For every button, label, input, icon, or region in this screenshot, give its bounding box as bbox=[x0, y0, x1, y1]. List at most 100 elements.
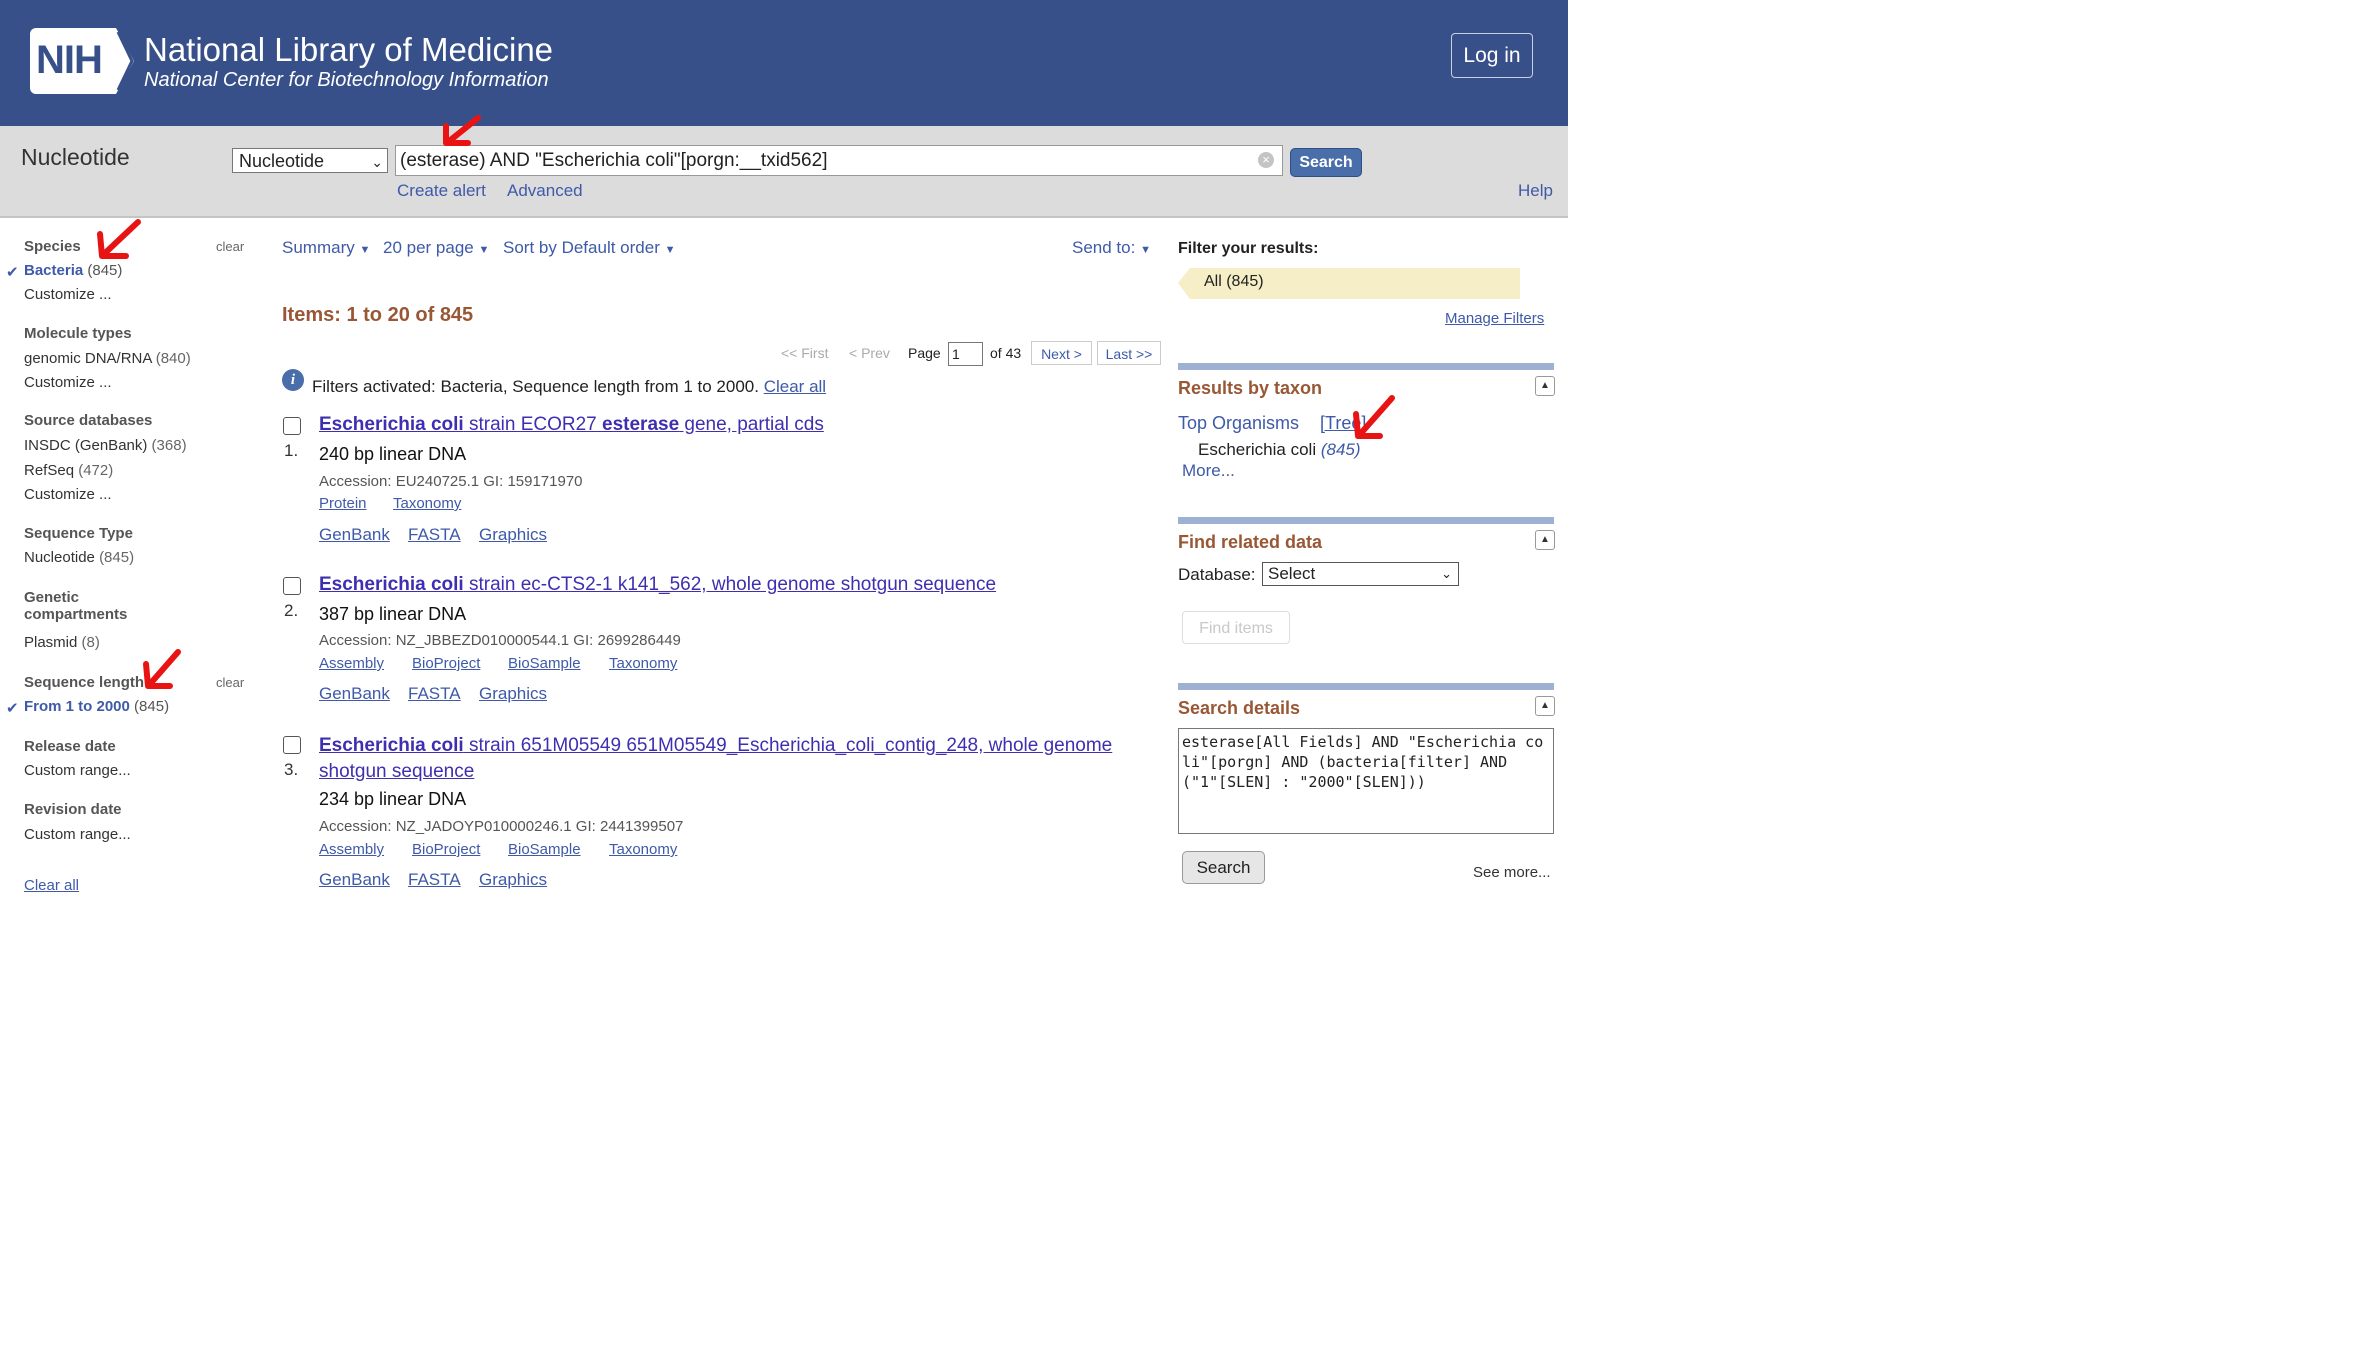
pager-total: of 43 bbox=[990, 345, 1022, 361]
annotation-arrow-icon bbox=[143, 649, 181, 689]
related-database-select[interactable]: Select ⌄ bbox=[1262, 562, 1459, 586]
search-details-textarea[interactable]: esterase[All Fields] AND "Escherichia co… bbox=[1178, 728, 1554, 834]
chevron-down-icon: ⌄ bbox=[371, 154, 383, 170]
see-more-link[interactable]: See more... bbox=[1473, 864, 1551, 881]
result-accession: Accession: NZ_JADOYP010000246.1 GI: 2441… bbox=[319, 818, 684, 835]
org-subtitle: National Center for Biotechnology Inform… bbox=[144, 69, 549, 91]
filter-revision-custom[interactable]: Custom range... bbox=[24, 826, 131, 843]
database-label: Database: bbox=[1178, 565, 1256, 584]
filter-seqtype-heading: Sequence Type bbox=[24, 525, 133, 542]
biosample-link[interactable]: BioSample bbox=[508, 841, 581, 858]
all-filter-label: All (845) bbox=[1204, 273, 1264, 290]
graphics-link[interactable]: Graphics bbox=[479, 525, 547, 545]
genbank-link[interactable]: GenBank bbox=[319, 870, 390, 890]
caret-down-icon: ▼ bbox=[478, 244, 490, 256]
result-description: 387 bp linear DNA bbox=[319, 604, 467, 624]
filter-revision-heading: Revision date bbox=[24, 801, 122, 818]
taxonomy-link[interactable]: Taxonomy bbox=[609, 841, 677, 858]
fasta-link[interactable]: FASTA bbox=[408, 684, 461, 704]
database-select[interactable]: Nucleotide ⌄ bbox=[232, 148, 388, 173]
graphics-link[interactable]: Graphics bbox=[479, 870, 547, 890]
clear-all-filters-link[interactable]: Clear all bbox=[764, 377, 826, 396]
database-title[interactable]: Nucleotide bbox=[21, 144, 130, 171]
sort-dropdown[interactable]: Sort by Default order ▼ bbox=[503, 238, 675, 258]
assembly-link[interactable]: Assembly bbox=[319, 841, 384, 858]
result-number: 3. bbox=[284, 760, 299, 779]
help-link[interactable]: Help bbox=[1518, 181, 1553, 201]
filter-molecule-genomic[interactable]: genomic DNA/RNA (840) bbox=[24, 350, 191, 367]
filter-release-custom[interactable]: Custom range... bbox=[24, 762, 131, 779]
filters-clear-all-link[interactable]: Clear all bbox=[24, 877, 79, 894]
result-title-link[interactable]: Escherichia coli strain ec-CTS2-1 k141_5… bbox=[319, 574, 996, 596]
filter-release-heading: Release date bbox=[24, 738, 116, 755]
filter-genetic-plasmid[interactable]: Plasmid (8) bbox=[24, 634, 100, 651]
collapse-toggle-icon[interactable]: ▲ bbox=[1535, 530, 1555, 550]
result-checkbox[interactable] bbox=[283, 417, 301, 435]
result-title-link[interactable]: Escherichia coli strain ECOR27 esterase … bbox=[319, 414, 824, 436]
fasta-link[interactable]: FASTA bbox=[408, 870, 461, 890]
graphics-link[interactable]: Graphics bbox=[479, 684, 547, 704]
filter-seqlen-selected[interactable]: From 1 to 2000 (845) bbox=[24, 698, 169, 715]
filter-species-clear[interactable]: clear bbox=[216, 239, 244, 254]
genbank-link[interactable]: GenBank bbox=[319, 525, 390, 545]
caret-down-icon: ▼ bbox=[359, 244, 371, 256]
taxonomy-link[interactable]: Taxonomy bbox=[609, 655, 677, 672]
pager-last-button[interactable]: Last >> bbox=[1097, 341, 1161, 365]
nih-logo-chevron-icon bbox=[104, 28, 134, 94]
filter-genetic-heading: Genetic compartments bbox=[24, 589, 128, 623]
result-description: 240 bp linear DNA bbox=[319, 444, 467, 464]
per-page-dropdown[interactable]: 20 per page ▼ bbox=[383, 238, 489, 258]
summary-dropdown[interactable]: Summary ▼ bbox=[282, 238, 370, 258]
filter-molecule-customize[interactable]: Customize ... bbox=[24, 374, 112, 391]
find-items-button[interactable]: Find items bbox=[1182, 611, 1290, 644]
biosample-link[interactable]: BioSample bbox=[508, 655, 581, 672]
organism-item[interactable]: Escherichia coli (845) bbox=[1198, 440, 1361, 460]
top-organisms-tab[interactable]: Top Organisms bbox=[1178, 413, 1299, 434]
result-accession: Accession: EU240725.1 GI: 159171970 bbox=[319, 473, 583, 490]
genbank-link[interactable]: GenBank bbox=[319, 684, 390, 704]
manage-filters-link[interactable]: Manage Filters bbox=[1445, 310, 1544, 327]
clear-icon[interactable]: × bbox=[1258, 152, 1274, 168]
more-organisms-link[interactable]: More... bbox=[1182, 461, 1235, 481]
advanced-search-link[interactable]: Advanced bbox=[507, 181, 583, 201]
collapse-toggle-icon[interactable]: ▲ bbox=[1535, 376, 1555, 396]
assembly-link[interactable]: Assembly bbox=[319, 655, 384, 672]
filter-source-customize[interactable]: Customize ... bbox=[24, 486, 112, 503]
filter-seqlen-clear[interactable]: clear bbox=[216, 675, 244, 690]
collapse-toggle-icon[interactable]: ▲ bbox=[1535, 696, 1555, 716]
fasta-link[interactable]: FASTA bbox=[408, 525, 461, 545]
result-checkbox[interactable] bbox=[283, 736, 301, 754]
page-number-input[interactable]: 1 bbox=[948, 342, 983, 366]
pager-next-button[interactable]: Next > bbox=[1031, 341, 1092, 365]
annotation-arrow-icon bbox=[1353, 395, 1395, 439]
section-divider bbox=[1178, 517, 1554, 524]
filter-species-bacteria[interactable]: Bacteria (845) bbox=[24, 262, 122, 279]
result-number: 1. bbox=[284, 441, 299, 460]
filter-source-insdc[interactable]: INSDC (GenBank) (368) bbox=[24, 437, 187, 454]
pager-first: << First bbox=[781, 345, 829, 361]
details-search-button[interactable]: Search bbox=[1182, 851, 1265, 884]
results-by-taxon-heading: Results by taxon bbox=[1178, 378, 1323, 398]
result-checkbox[interactable] bbox=[283, 577, 301, 595]
create-alert-link[interactable]: Create alert bbox=[397, 181, 486, 201]
search-input[interactable]: (esterase) AND "Escherichia coli"[porgn:… bbox=[395, 145, 1283, 176]
section-divider bbox=[1178, 363, 1554, 370]
caret-down-icon: ▼ bbox=[664, 244, 676, 256]
filter-species-customize[interactable]: Customize ... bbox=[24, 286, 112, 303]
send-to-dropdown[interactable]: Send to: ▼ bbox=[1072, 238, 1151, 258]
database-select-value: Nucleotide bbox=[239, 151, 325, 171]
filter-seqtype-nucleotide[interactable]: Nucleotide (845) bbox=[24, 549, 134, 566]
bioproject-link[interactable]: BioProject bbox=[412, 841, 480, 858]
taxonomy-link[interactable]: Taxonomy bbox=[393, 495, 461, 512]
search-button[interactable]: Search bbox=[1290, 148, 1362, 177]
result-title-link[interactable]: Escherichia coli strain 651M05549 651M05… bbox=[319, 733, 1139, 785]
filter-source-refseq[interactable]: RefSeq (472) bbox=[24, 462, 113, 479]
protein-link[interactable]: Protein bbox=[319, 495, 367, 512]
result-description: 234 bp linear DNA bbox=[319, 789, 467, 809]
checkmark-icon: ✔ bbox=[6, 700, 19, 717]
pager-page-label: Page bbox=[908, 345, 941, 361]
login-button[interactable]: Log in bbox=[1451, 33, 1533, 78]
filter-seqlen-heading: Sequence length bbox=[24, 674, 145, 691]
org-name[interactable]: National Library of Medicine bbox=[144, 31, 553, 69]
bioproject-link[interactable]: BioProject bbox=[412, 655, 480, 672]
